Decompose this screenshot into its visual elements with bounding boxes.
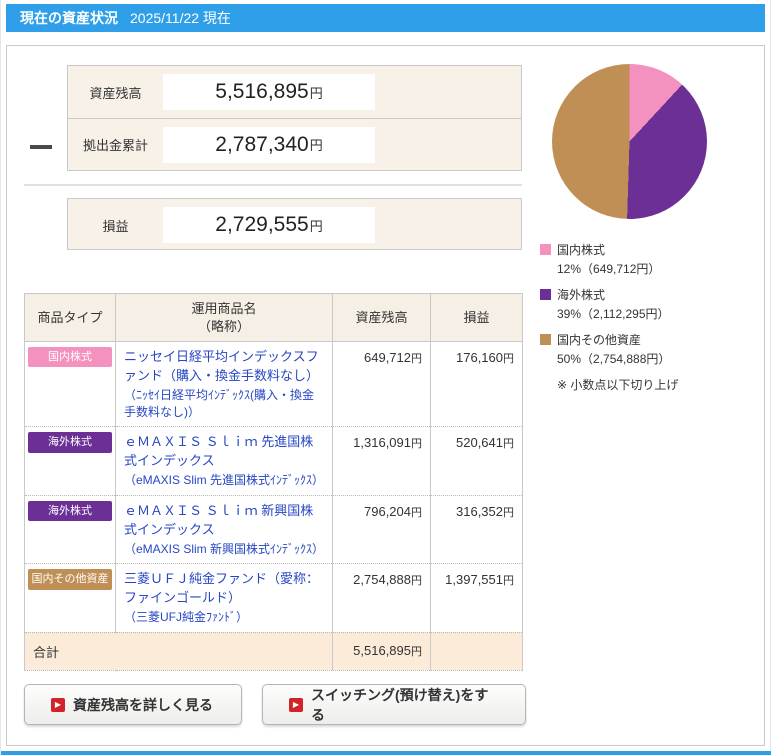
table-total-row: 合計 5,516,895円 <box>25 632 523 670</box>
fund-name-link[interactable]: ｅＭＡＸＩＳ Ｓｌｉｍ 先進国株式インデックス <box>124 433 324 471</box>
table-row: 国内その他資産 三菱ＵＦＪ純金ファンド（愛称：ファインゴールド） （三菱UFJ純… <box>25 564 523 632</box>
legend-item-domestic-other: 国内その他資産 50%（2,754,888円） <box>540 331 755 367</box>
switching-button[interactable]: ▶ スイッチング(預け替え)をする <box>262 684 526 725</box>
fund-balance: 1,316,091円 <box>333 427 431 495</box>
balance-label: 資産残高 <box>68 83 163 102</box>
fund-gain: 316,352円 <box>431 495 523 563</box>
view-balance-detail-button[interactable]: ▶ 資産残高を詳しく見る <box>24 684 242 725</box>
gain-label: 損益 <box>68 216 163 235</box>
col-header-balance: 資産残高 <box>333 294 431 342</box>
equals-divider <box>24 184 522 186</box>
action-buttons: ▶ 資産残高を詳しく見る ▶ スイッチング(預け替え)をする <box>24 684 526 725</box>
legend-label: 国内株式 <box>557 241 605 258</box>
balance-unit: 円 <box>310 83 323 102</box>
gain-value-box: 2,729,555 円 <box>163 207 375 243</box>
summary-row-contributions: 拠出金累計 2,787,340 円 <box>68 118 521 170</box>
page-bottom-frame <box>1 751 771 755</box>
page-header: 現在の資産状況 2025/11/22 現在 <box>6 4 765 32</box>
products-table: 商品タイプ 運用商品名 （略称） 資産残高 損益 国内株式 ニッセイ日経平均イン… <box>24 293 523 671</box>
fund-abbr: （ﾆｯｾｲ日経平均ｲﾝﾃﾞｯｸｽ(購入・換金手数料なし)） <box>124 387 324 421</box>
contributions-label: 拠出金累計 <box>68 135 163 154</box>
as-of-date: 2025/11/22 現在 <box>130 8 231 28</box>
contributions-value: 2,787,340 <box>215 133 308 157</box>
legend-swatch-pink <box>540 244 551 255</box>
total-label: 合計 <box>25 632 333 670</box>
gain-unit: 円 <box>310 216 323 235</box>
total-gain-empty <box>431 632 523 670</box>
fund-balance: 649,712円 <box>333 342 431 427</box>
asset-allocation-pie-chart <box>552 64 707 219</box>
balance-value-box: 5,516,895 円 <box>163 74 375 110</box>
table-header-row: 商品タイプ 運用商品名 （略称） 資産残高 損益 <box>25 294 523 342</box>
fund-balance: 796,204円 <box>333 495 431 563</box>
balance-value: 5,516,895 <box>215 80 308 104</box>
table-row: 海外株式 ｅＭＡＸＩＳ Ｓｌｉｍ 新興国株式インデックス （eMAXIS Sli… <box>25 495 523 563</box>
legend-value: 39%（2,112,295円） <box>540 305 755 322</box>
legend-label: 国内その他資産 <box>557 331 641 348</box>
product-type-badge: 国内株式 <box>28 347 112 367</box>
legend-item-domestic-stock: 国内株式 12%（649,712円） <box>540 241 755 277</box>
legend-value: 12%（649,712円） <box>540 260 755 277</box>
summary-row-balance: 資産残高 5,516,895 円 <box>68 66 521 118</box>
page-title: 現在の資産状況 <box>20 8 118 28</box>
legend-item-foreign-stock: 海外株式 39%（2,112,295円） <box>540 286 755 322</box>
product-type-badge: 国内その他資産 <box>28 569 112 589</box>
col-header-product-type: 商品タイプ <box>25 294 116 342</box>
fund-name-link[interactable]: ｅＭＡＸＩＳ Ｓｌｉｍ 新興国株式インデックス <box>124 502 324 540</box>
legend-swatch-brown <box>540 334 551 345</box>
red-arrow-icon: ▶ <box>289 698 303 712</box>
fund-abbr: （三菱UFJ純金ﾌｧﾝﾄﾞ） <box>124 609 324 626</box>
col-header-product-name: 運用商品名 （略称） <box>116 294 333 342</box>
pie-legend: 国内株式 12%（649,712円） 海外株式 39%（2,112,295円） … <box>540 241 755 393</box>
summary-box-gain: 損益 2,729,555 円 <box>67 198 522 250</box>
fund-gain: 520,641円 <box>431 427 523 495</box>
red-arrow-icon: ▶ <box>51 698 65 712</box>
summary-row-gain: 損益 2,729,555 円 <box>68 199 521 251</box>
total-balance: 5,516,895円 <box>333 632 431 670</box>
rounding-note: ※ 小数点以下切り上げ <box>540 376 755 393</box>
summary-box-group: 資産残高 5,516,895 円 拠出金累計 2,787,340 円 <box>67 65 522 171</box>
col-header-gain: 損益 <box>431 294 523 342</box>
asset-status-card: 資産残高 5,516,895 円 拠出金累計 2,787,340 円 損益 2,… <box>6 45 765 746</box>
product-type-badge: 海外株式 <box>28 501 112 521</box>
table-row: 国内株式 ニッセイ日経平均インデックスファンド（購入・換金手数料なし） （ﾆｯｾ… <box>25 342 523 427</box>
contributions-value-box: 2,787,340 円 <box>163 127 375 163</box>
fund-name-link[interactable]: 三菱ＵＦＪ純金ファンド（愛称：ファインゴールド） <box>124 570 324 608</box>
fund-abbr: （eMAXIS Slim 先進国株式ｲﾝﾃﾞｯｸｽ） <box>124 472 324 489</box>
fund-gain: 1,397,551円 <box>431 564 523 632</box>
fund-abbr: （eMAXIS Slim 新興国株式ｲﾝﾃﾞｯｸｽ） <box>124 541 324 558</box>
fund-balance: 2,754,888円 <box>333 564 431 632</box>
contributions-unit: 円 <box>310 135 323 154</box>
minus-sign <box>30 145 52 149</box>
legend-label: 海外株式 <box>557 286 605 303</box>
fund-gain: 176,160円 <box>431 342 523 427</box>
gain-value: 2,729,555 <box>215 213 308 237</box>
table-row: 海外株式 ｅＭＡＸＩＳ Ｓｌｉｍ 先進国株式インデックス （eMAXIS Sli… <box>25 427 523 495</box>
fund-name-link[interactable]: ニッセイ日経平均インデックスファンド（購入・換金手数料なし） <box>124 348 324 386</box>
legend-swatch-purple <box>540 289 551 300</box>
legend-value: 50%（2,754,888円） <box>540 350 755 367</box>
product-type-badge: 海外株式 <box>28 432 112 452</box>
